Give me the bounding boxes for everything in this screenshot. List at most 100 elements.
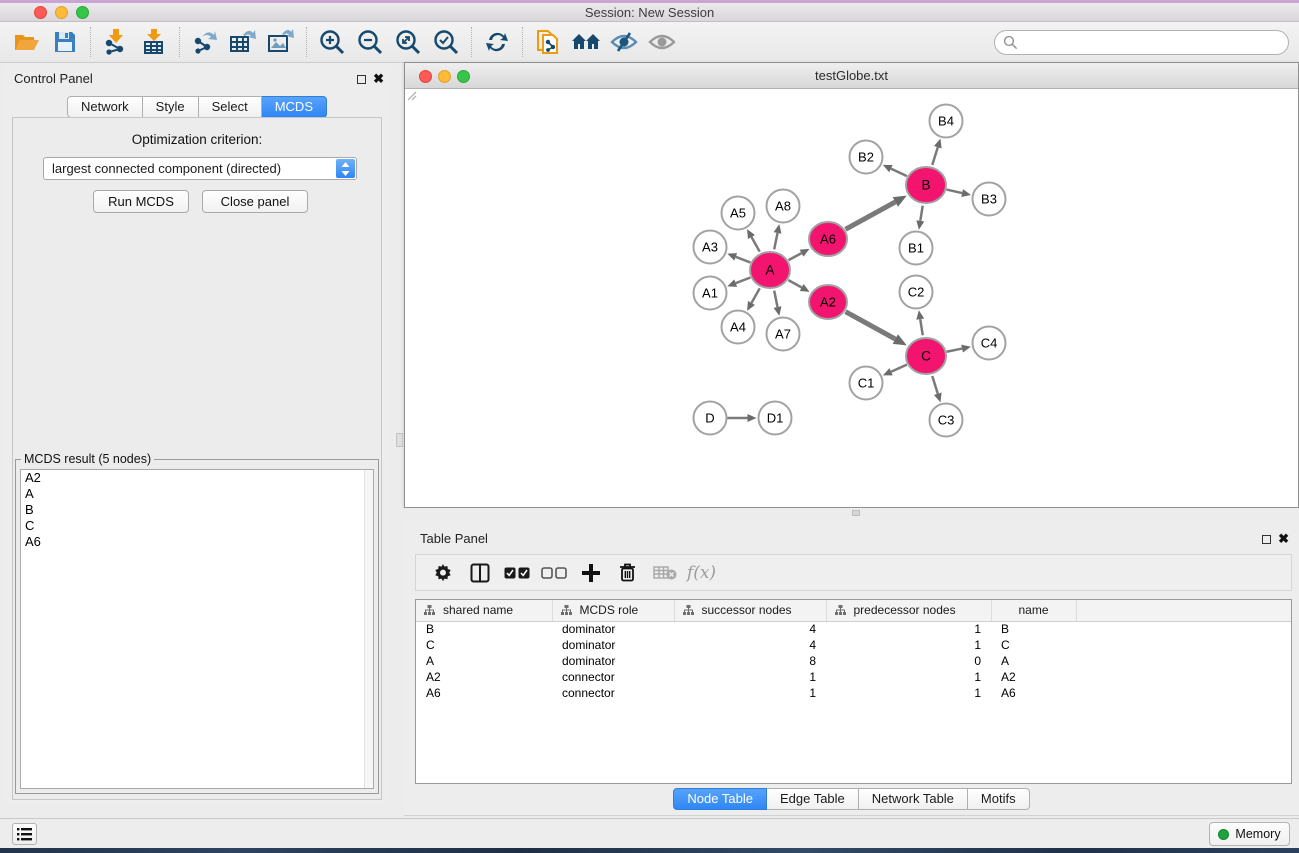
graph-edge-B-B4[interactable] (932, 147, 938, 165)
export-network-icon[interactable] (186, 24, 224, 60)
apply-layout-icon[interactable] (478, 24, 516, 60)
tab-style[interactable]: Style (143, 96, 199, 118)
graph-node-B1[interactable]: B1 (900, 232, 933, 265)
close-panel-button[interactable]: Close panel (202, 190, 308, 213)
delete-column-icon[interactable] (609, 558, 646, 588)
graph-node-B3[interactable]: B3 (973, 183, 1006, 216)
graph-node-A2[interactable]: A2 (809, 285, 847, 319)
close-table-panel-icon[interactable]: ✖ (1278, 531, 1289, 547)
result-list-item[interactable]: B (21, 502, 373, 518)
home-icon[interactable] (567, 24, 605, 60)
column-header-MCDS-role[interactable]: MCDS role (552, 600, 674, 621)
hide-graphics-details-icon[interactable] (605, 24, 643, 60)
graph-node-A[interactable]: A (750, 252, 790, 288)
run-mcds-button[interactable]: Run MCDS (93, 190, 189, 213)
table-row[interactable]: A2connector11A2 (416, 669, 1292, 685)
import-table-icon[interactable] (135, 24, 173, 60)
graph-edge-A2-C[interactable] (846, 312, 896, 339)
graph-node-C2[interactable]: C2 (900, 276, 933, 309)
table-tab-network-table[interactable]: Network Table (859, 788, 968, 810)
result-list-item[interactable]: A2 (21, 470, 373, 486)
zoom-in-icon[interactable] (313, 24, 351, 60)
float-table-panel-icon[interactable] (1262, 535, 1271, 544)
task-history-button[interactable] (12, 823, 37, 845)
graph-edge-A-A7[interactable] (774, 291, 777, 307)
close-panel-icon[interactable]: ✖ (373, 71, 384, 87)
graph-node-B4[interactable]: B4 (930, 105, 963, 138)
graph-node-B[interactable]: B (906, 167, 946, 203)
save-session-icon[interactable] (46, 24, 84, 60)
delete-table-icon[interactable] (646, 558, 683, 588)
column-header-name[interactable]: name (991, 600, 1076, 621)
table-tab-edge-table[interactable]: Edge Table (767, 788, 859, 810)
graph-node-C4[interactable]: C4 (973, 327, 1006, 360)
show-columns-icon[interactable] (461, 558, 498, 588)
result-list-item[interactable]: A6 (21, 534, 373, 550)
search-input[interactable] (994, 30, 1289, 55)
import-network-icon[interactable] (97, 24, 135, 60)
column-header-predecessor-nodes[interactable]: predecessor nodes (826, 600, 991, 621)
open-session-icon[interactable] (8, 24, 46, 60)
graph-edge-A-A4[interactable] (751, 288, 759, 303)
table-row[interactable]: Cdominator41C (416, 637, 1292, 653)
graph-edge-C-C4[interactable] (947, 349, 963, 352)
graph-edge-B-B2[interactable] (891, 169, 907, 176)
network-window-titlebar[interactable]: testGlobe.txt (405, 63, 1298, 89)
export-table-icon[interactable] (224, 24, 262, 60)
table-row[interactable]: Bdominator41B (416, 621, 1292, 637)
tab-select[interactable]: Select (199, 96, 262, 118)
select-all-checkboxes-icon[interactable] (498, 558, 535, 588)
graph-node-A4[interactable]: A4 (722, 311, 755, 344)
graph-edge-A-A1[interactable] (736, 278, 751, 284)
function-builder-icon[interactable]: f(x) (683, 558, 720, 588)
column-header-shared-name[interactable]: shared name (416, 600, 552, 621)
graph-edge-B-B1[interactable] (920, 206, 922, 221)
graph-node-A8[interactable]: A8 (767, 190, 800, 223)
clone-network-icon[interactable] (529, 24, 567, 60)
graph-edge-A6-B[interactable] (846, 202, 896, 229)
zoom-selected-icon[interactable] (427, 24, 465, 60)
graph-node-C1[interactable]: C1 (850, 367, 883, 400)
show-graphics-details-icon[interactable] (643, 24, 681, 60)
graph-edge-A-A8[interactable] (774, 233, 777, 249)
graph-node-A6[interactable]: A6 (809, 222, 847, 256)
table-row[interactable]: A6connector11A6 (416, 685, 1292, 701)
column-header-successor-nodes[interactable]: successor nodes (674, 600, 826, 621)
graph-node-B2[interactable]: B2 (850, 141, 883, 174)
add-column-icon[interactable] (572, 558, 609, 588)
tab-mcds[interactable]: MCDS (262, 96, 327, 118)
graph-edge-A-A5[interactable] (751, 237, 759, 252)
tab-network[interactable]: Network (67, 96, 143, 118)
criterion-select[interactable]: largest connected component (directed) (43, 157, 357, 180)
zoom-fit-icon[interactable] (389, 24, 427, 60)
zoom-out-icon[interactable] (351, 24, 389, 60)
graph-edge-C-C2[interactable] (920, 319, 923, 335)
graph-node-D1[interactable]: D1 (759, 402, 792, 435)
float-panel-icon[interactable] (357, 75, 366, 84)
result-list-item[interactable]: C (21, 518, 373, 534)
table-tab-motifs[interactable]: Motifs (968, 788, 1030, 810)
export-image-icon[interactable] (262, 24, 300, 60)
graph-node-A3[interactable]: A3 (694, 231, 727, 264)
deselect-all-checkboxes-icon[interactable] (535, 558, 572, 588)
graph-node-D[interactable]: D (694, 402, 727, 435)
network-canvas[interactable]: B4 B2 B B3 A8 A5 A6 A3 B1 A C2 A1 A2 A4 A7 C4 C C1 C3 D D1 (405, 89, 1298, 507)
graph-node-C[interactable]: C (906, 338, 946, 374)
graph-edge-B-B3[interactable] (946, 190, 962, 193)
graph-edge-A-A3[interactable] (736, 257, 751, 263)
graph-node-A5[interactable]: A5 (722, 197, 755, 230)
graph-edge-A-A6[interactable] (789, 253, 802, 260)
result-scrollbar[interactable] (364, 470, 373, 788)
graph-node-A7[interactable]: A7 (767, 318, 800, 351)
resize-grip-icon[interactable] (405, 89, 417, 101)
graph-edge-C-C3[interactable] (932, 376, 938, 394)
result-list-item[interactable]: A (21, 486, 373, 502)
column-settings-gear-icon[interactable] (424, 558, 461, 588)
graph-node-A1[interactable]: A1 (694, 277, 727, 310)
horizontal-splitter[interactable] (404, 508, 1299, 518)
graph-node-C3[interactable]: C3 (930, 404, 963, 437)
graph-edge-C-C1[interactable] (891, 365, 907, 372)
memory-button[interactable]: Memory (1209, 822, 1290, 846)
table-row[interactable]: Adominator80A (416, 653, 1292, 669)
graph-edge-A-A2[interactable] (788, 280, 801, 287)
